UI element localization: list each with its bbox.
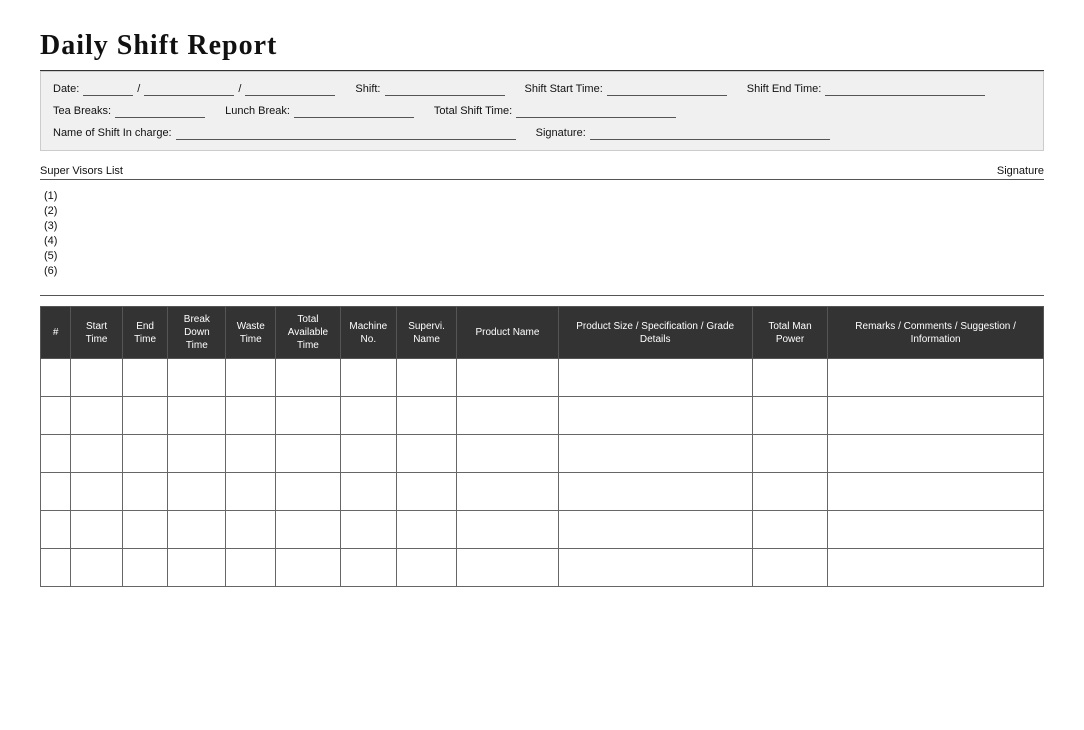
signature-label: Signature: xyxy=(536,127,586,139)
total-shift-field: Total Shift Time: xyxy=(434,104,676,118)
col-end-time: End Time xyxy=(122,307,167,359)
date-sep2: / xyxy=(238,83,241,95)
table-row xyxy=(41,359,1044,397)
cell-breakdown[interactable] xyxy=(168,359,226,397)
col-number: # xyxy=(41,307,71,359)
supervisors-section: Super Visors List Signature (1) (2) (3) … xyxy=(40,165,1044,277)
col-waste-time: Waste Time xyxy=(226,307,276,359)
supervisors-header: Super Visors List Signature xyxy=(40,165,1044,180)
shift-end-value[interactable] xyxy=(825,82,985,96)
shift-start-field: Shift Start Time: xyxy=(525,82,727,96)
supervisor-2: (2) xyxy=(44,205,1044,217)
col-machine-no: Machine No. xyxy=(340,307,396,359)
shift-start-label: Shift Start Time: xyxy=(525,83,603,95)
col-product-size: Product Size / Specification / Grade Det… xyxy=(558,307,752,359)
supervisors-list-label: Super Visors List xyxy=(40,165,123,177)
info-row-3: Name of Shift In charge: Signature: xyxy=(53,126,1031,140)
cell-num[interactable] xyxy=(41,359,71,397)
shift-label: Shift: xyxy=(355,83,380,95)
date-month[interactable] xyxy=(144,82,234,96)
table-header-row: # Start Time End Time Break Down Time Wa… xyxy=(41,307,1044,359)
date-field: Date: / / xyxy=(53,82,335,96)
shift-end-field: Shift End Time: xyxy=(747,82,986,96)
shift-incharge-label: Name of Shift In charge: xyxy=(53,127,172,139)
supervisors-signature-label: Signature xyxy=(997,165,1044,177)
col-start-time: Start Time xyxy=(71,307,123,359)
shift-field: Shift: xyxy=(355,82,504,96)
supervisor-3: (3) xyxy=(44,220,1044,232)
date-day[interactable] xyxy=(83,82,133,96)
table-row xyxy=(41,473,1044,511)
supervisor-4: (4) xyxy=(44,235,1044,247)
col-product-name: Product Name xyxy=(457,307,558,359)
cell-manpower[interactable] xyxy=(752,359,827,397)
info-section: Date: / / Shift: Shift Start Time: Shift… xyxy=(40,71,1044,151)
date-year[interactable] xyxy=(245,82,335,96)
section-divider xyxy=(40,295,1044,296)
shift-end-label: Shift End Time: xyxy=(747,83,822,95)
date-label: Date: xyxy=(53,83,79,95)
supervisor-6: (6) xyxy=(44,265,1044,277)
supervisors-list: (1) (2) (3) (4) (5) (6) xyxy=(40,190,1044,277)
shift-incharge-value[interactable] xyxy=(176,126,516,140)
cell-total-avail[interactable] xyxy=(276,359,341,397)
info-row-1: Date: / / Shift: Shift Start Time: Shift… xyxy=(53,82,1031,96)
shift-incharge-field: Name of Shift In charge: xyxy=(53,126,516,140)
supervisor-5: (5) xyxy=(44,250,1044,262)
total-shift-label: Total Shift Time: xyxy=(434,105,512,117)
table-row xyxy=(41,549,1044,587)
signature-value[interactable] xyxy=(590,126,830,140)
signature-field: Signature: xyxy=(536,126,830,140)
date-sep1: / xyxy=(137,83,140,95)
report-table: # Start Time End Time Break Down Time Wa… xyxy=(40,306,1044,587)
table-row xyxy=(41,435,1044,473)
cell-remarks[interactable] xyxy=(828,359,1044,397)
table-row xyxy=(41,397,1044,435)
col-remarks: Remarks / Comments / Suggestion / Inform… xyxy=(828,307,1044,359)
table-row xyxy=(41,511,1044,549)
shift-value[interactable] xyxy=(385,82,505,96)
cell-supervisor[interactable] xyxy=(396,359,456,397)
supervisor-1: (1) xyxy=(44,190,1044,202)
tea-breaks-value[interactable] xyxy=(115,104,205,118)
page-title: Daily Shift Report xyxy=(40,30,1044,62)
cell-end[interactable] xyxy=(122,359,167,397)
tea-breaks-label: Tea Breaks: xyxy=(53,105,111,117)
lunch-break-field: Lunch Break: xyxy=(225,104,414,118)
lunch-break-label: Lunch Break: xyxy=(225,105,290,117)
shift-start-value[interactable] xyxy=(607,82,727,96)
col-total-available-time: Total Available Time xyxy=(276,307,341,359)
cell-product[interactable] xyxy=(457,359,558,397)
col-supervisor-name: Supervi. Name xyxy=(396,307,456,359)
cell-waste[interactable] xyxy=(226,359,276,397)
cell-spec[interactable] xyxy=(558,359,752,397)
cell-machine[interactable] xyxy=(340,359,396,397)
info-row-2: Tea Breaks: Lunch Break: Total Shift Tim… xyxy=(53,104,1031,118)
lunch-break-value[interactable] xyxy=(294,104,414,118)
col-total-man-power: Total Man Power xyxy=(752,307,827,359)
cell-start[interactable] xyxy=(71,359,123,397)
col-break-down-time: Break Down Time xyxy=(168,307,226,359)
tea-breaks-field: Tea Breaks: xyxy=(53,104,205,118)
total-shift-value[interactable] xyxy=(516,104,676,118)
